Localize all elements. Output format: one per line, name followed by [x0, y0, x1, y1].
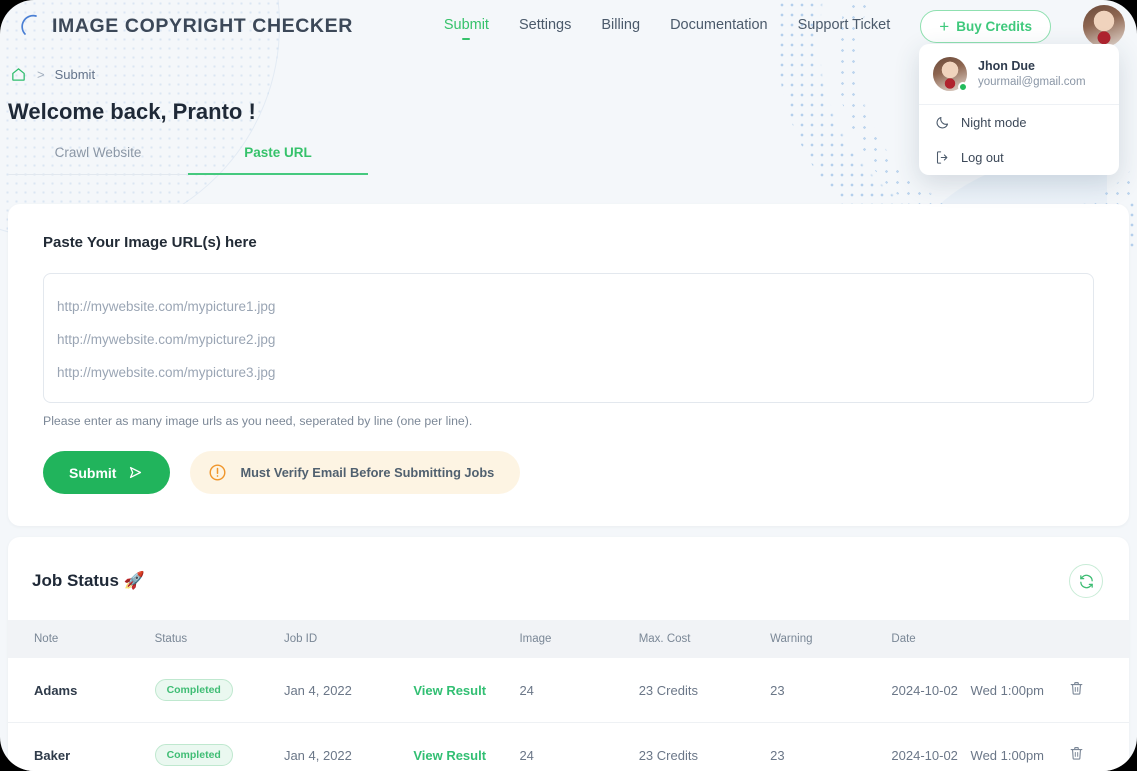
main-nav: Submit Settings Billing Documentation Su… [444, 10, 1051, 43]
online-status-dot [958, 82, 968, 92]
delete-button[interactable] [1068, 680, 1085, 700]
cell-view-result: View Result [413, 723, 519, 771]
logout-icon [935, 150, 950, 165]
refresh-icon [1078, 573, 1095, 590]
send-icon [127, 464, 144, 481]
menu-item-log-out[interactable]: Log out [919, 140, 1119, 175]
cell-max-cost: 23 Credits [639, 723, 770, 771]
helper-text: Please enter as many image urls as you n… [43, 414, 1094, 428]
dropdown-avatar [933, 57, 967, 91]
brand: IMAGE COPYRIGHT CHECKER [44, 13, 353, 39]
url-line-3: http://mywebsite.com/mypicture3.jpg [57, 356, 1080, 389]
view-result-link[interactable]: View Result [413, 748, 486, 763]
column-header-actions [1068, 620, 1129, 658]
verify-email-warning-text: Must Verify Email Before Submitting Jobs [240, 465, 494, 480]
tab-crawl-website[interactable]: Crawl Website [8, 145, 188, 175]
cell-note: Adams [8, 658, 155, 723]
table-head: Note Status Job ID Image Max. Cost Warni… [8, 620, 1129, 658]
cell-status: Completed [155, 658, 284, 723]
delete-button[interactable] [1068, 745, 1085, 765]
table-row[interactable]: Baker Completed Jan 4, 2022 View Result … [8, 723, 1129, 771]
nav-item-submit[interactable]: Submit [444, 17, 489, 36]
table-header-row: Note Status Job ID Image Max. Cost Warni… [8, 620, 1129, 658]
column-header-note: Note [8, 620, 155, 658]
url-line-1: http://mywebsite.com/mypicture1.jpg [57, 290, 1080, 323]
card-actions: Submit Must Verify Email Before Submitti… [43, 451, 1094, 494]
avatar[interactable] [1083, 5, 1125, 47]
card-title: Paste Your Image URL(s) here [43, 234, 1094, 251]
cell-status: Completed [155, 723, 284, 771]
cell-warning: 23 [770, 658, 891, 723]
rocket-emoji: 🚀 [124, 571, 145, 590]
submit-button-label: Submit [69, 465, 116, 481]
cell-job-id: Jan 4, 2022 [284, 723, 413, 771]
nav-item-settings[interactable]: Settings [519, 17, 571, 36]
nav-item-support-ticket[interactable]: Support Ticket [798, 17, 891, 36]
app-window: IMAGE COPYRIGHT CHECKER Submit Settings … [0, 0, 1137, 771]
brand-title: IMAGE COPYRIGHT CHECKER [52, 15, 353, 38]
column-header-max-cost: Max. Cost [639, 620, 770, 658]
table-body: Adams Completed Jan 4, 2022 View Result … [8, 658, 1129, 771]
column-header-image: Image [519, 620, 638, 658]
refresh-button[interactable] [1069, 564, 1103, 598]
cell-note: Baker [8, 723, 155, 771]
job-status-card: Job Status 🚀 Note Status Job ID Image [8, 537, 1129, 771]
night-mode-label: Night mode [961, 115, 1026, 130]
cell-time-value: Wed 1:00pm [971, 683, 1044, 698]
cell-actions [1068, 723, 1129, 771]
moon-icon [935, 115, 950, 130]
column-header-status: Status [155, 620, 284, 658]
job-status-title: Job Status 🚀 [32, 571, 145, 591]
job-status-title-text: Job Status [32, 571, 119, 590]
buy-credits-label: Buy Credits [956, 19, 1032, 34]
account-email: yourmail@gmail.com [978, 75, 1086, 91]
plus-icon: + [939, 18, 949, 35]
breadcrumb-current[interactable]: Submit [55, 67, 95, 82]
paste-url-card: Paste Your Image URL(s) here http://mywe… [8, 204, 1129, 526]
cell-time-value: Wed 1:00pm [971, 748, 1044, 763]
cell-job-id: Jan 4, 2022 [284, 658, 413, 723]
cell-date: 2024-10-02 Wed 1:00pm [891, 723, 1068, 771]
view-tabs: Crawl Website Paste URL [8, 145, 368, 175]
column-header-date: Date [891, 620, 1068, 658]
nav-item-documentation[interactable]: Documentation [670, 17, 768, 36]
verify-email-warning: Must Verify Email Before Submitting Jobs [190, 451, 520, 494]
account-dropdown: Jhon Due yourmail@gmail.com Night mode L… [919, 44, 1119, 175]
job-status-table: Note Status Job ID Image Max. Cost Warni… [8, 620, 1129, 771]
breadcrumb-separator: > [37, 67, 45, 82]
home-icon[interactable] [10, 66, 27, 83]
column-header-warning: Warning [770, 620, 891, 658]
menu-item-night-mode[interactable]: Night mode [919, 105, 1119, 140]
exclamation-circle-icon [208, 463, 227, 482]
account-name: Jhon Due [978, 58, 1086, 75]
avatar-image [1083, 5, 1125, 47]
tab-paste-url[interactable]: Paste URL [188, 145, 368, 175]
log-out-label: Log out [961, 150, 1004, 165]
cell-image: 24 [519, 658, 638, 723]
cell-date-value: 2024-10-02 [891, 748, 958, 763]
cell-warning: 23 [770, 723, 891, 771]
account-info: Jhon Due yourmail@gmail.com [919, 44, 1119, 104]
cell-actions [1068, 658, 1129, 723]
url-line-2: http://mywebsite.com/mypicture2.jpg [57, 323, 1080, 356]
circle-arc-logo-icon [16, 13, 42, 39]
column-header-blank [413, 620, 519, 658]
nav-item-billing[interactable]: Billing [601, 17, 640, 36]
trash-icon [1068, 745, 1085, 762]
job-status-header: Job Status 🚀 [8, 537, 1129, 620]
cell-view-result: View Result [413, 658, 519, 723]
view-result-link[interactable]: View Result [413, 683, 486, 698]
status-badge: Completed [155, 679, 233, 701]
url-input[interactable]: http://mywebsite.com/mypicture1.jpg http… [43, 273, 1094, 403]
cell-max-cost: 23 Credits [639, 658, 770, 723]
buy-credits-button[interactable]: + Buy Credits [920, 10, 1051, 43]
cell-date: 2024-10-02 Wed 1:00pm [891, 658, 1068, 723]
submit-button[interactable]: Submit [43, 451, 170, 494]
column-header-job-id: Job ID [284, 620, 413, 658]
trash-icon [1068, 680, 1085, 697]
cell-image: 24 [519, 723, 638, 771]
cell-date-value: 2024-10-02 [891, 683, 958, 698]
status-badge: Completed [155, 744, 233, 766]
table-row[interactable]: Adams Completed Jan 4, 2022 View Result … [8, 658, 1129, 723]
